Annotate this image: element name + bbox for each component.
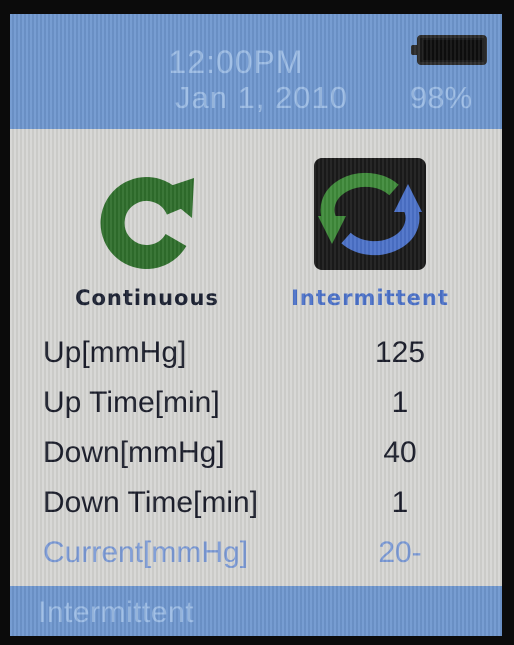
device-bezel: 12:00PM Jan 1, 2010 98% Continuous Inter…	[0, 0, 514, 645]
param-label: Down Time[min]	[43, 486, 259, 519]
param-row-down-time[interactable]: Down Time[min] 1	[10, 482, 502, 532]
mode-continuous-button[interactable]: Continuous	[62, 158, 232, 310]
mode-continuous-label: Continuous	[75, 286, 219, 310]
param-row-down[interactable]: Down[mmHg] 40	[10, 432, 502, 482]
mode-status-bar: Intermittent	[10, 586, 502, 636]
device-screen: 12:00PM Jan 1, 2010 98% Continuous Inter…	[10, 14, 502, 636]
param-row-up[interactable]: Up[mmHg] 125	[10, 332, 502, 382]
refresh-arrow-icon	[92, 164, 202, 274]
battery-percent: 98%	[410, 80, 473, 115]
param-label: Down[mmHg]	[43, 436, 225, 469]
clock-date: Jan 1, 2010	[175, 80, 349, 115]
param-value: 125	[374, 336, 426, 369]
param-row-up-time[interactable]: Up Time[min] 1	[10, 382, 502, 432]
clock-time: 12:00PM	[168, 44, 304, 80]
param-value: 1	[391, 386, 409, 419]
mode-intermittent-label: Intermittent	[291, 286, 449, 310]
param-label: Up[mmHg]	[43, 336, 187, 369]
param-value: 1	[391, 486, 409, 519]
param-label: Up Time[min]	[43, 386, 220, 419]
status-bar: 12:00PM Jan 1, 2010 98%	[10, 14, 502, 129]
cycle-arrows-icon	[314, 158, 426, 270]
param-value: 40	[383, 436, 417, 469]
param-label: Current[mmHg]	[43, 536, 249, 569]
current-mode-text: Intermittent	[38, 596, 195, 629]
param-value: 20-	[378, 536, 422, 569]
mode-intermittent-button[interactable]: Intermittent	[278, 158, 462, 310]
param-row-current: Current[mmHg] 20-	[10, 532, 502, 582]
parameter-list: Up[mmHg] 125 Up Time[min] 1 Down[mmHg] 4…	[10, 332, 502, 582]
